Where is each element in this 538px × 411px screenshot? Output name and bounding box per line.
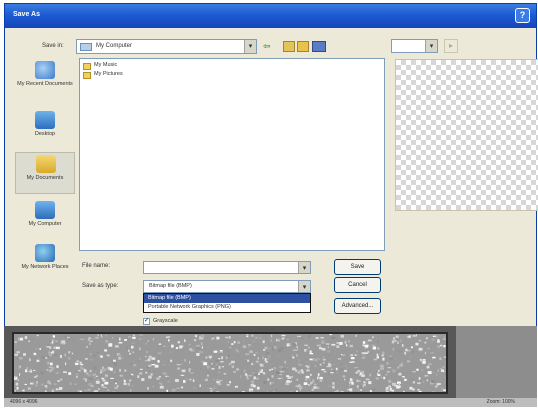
help-button[interactable]: ? (515, 8, 530, 23)
save-button[interactable]: Save (334, 259, 381, 275)
chevron-down-icon[interactable]: ▾ (425, 40, 437, 52)
place-my-computer[interactable]: My Computer (15, 199, 75, 241)
folder-icon (83, 63, 91, 70)
save-in-dropdown[interactable]: My Computer ▾ (76, 39, 257, 54)
file-name: My Pictures (94, 71, 123, 77)
image-canvas[interactable] (12, 332, 448, 394)
save-as-type-dropdown[interactable]: Bitmap file (BMP) ▾ (143, 280, 311, 293)
chevron-down-icon[interactable]: ▾ (298, 281, 310, 292)
views-menu-icon[interactable] (312, 41, 326, 52)
format-option[interactable]: Portable Network Graphics (PNG) (144, 303, 310, 312)
place-label: My Documents (26, 175, 64, 181)
file-name-label: File name: (82, 263, 111, 269)
format-option[interactable]: Bitmap file (BMP) (144, 294, 310, 303)
up-folder-icon[interactable] (283, 41, 295, 52)
save-in-value: My Computer (96, 43, 133, 49)
status-bar: 4096 x 4096 Zoom: 100% (4, 398, 537, 407)
chevron-down-icon[interactable]: ▾ (244, 40, 256, 53)
image-dimensions: 4096 x 4096 (10, 399, 38, 405)
place-label: My Recent Documents (17, 81, 73, 87)
dialog-title: Save As (13, 11, 40, 18)
computer-folder-icon (80, 43, 92, 51)
place-label: Desktop (34, 131, 56, 137)
folder-icon (83, 72, 91, 79)
my-computer-icon (35, 201, 55, 219)
preview-toggle-button[interactable]: ▸ (444, 39, 458, 53)
cancel-button[interactable]: Cancel (334, 277, 381, 293)
new-folder-icon[interactable] (297, 41, 309, 52)
file-list[interactable]: My Music My Pictures (79, 58, 385, 251)
place-recent-documents[interactable]: My Recent Documents (15, 59, 75, 101)
zoom-level: Zoom: 100% (486, 399, 515, 405)
desktop-icon (35, 111, 55, 129)
image-viewer-strip (4, 326, 537, 398)
dialog-titlebar[interactable]: Save As ? (5, 4, 536, 28)
side-panel (456, 326, 537, 398)
save-as-type-value: Bitmap file (BMP) (149, 283, 192, 289)
grayscale-checkbox[interactable]: ✓ (143, 318, 150, 325)
network-places-icon (35, 244, 55, 262)
save-as-type-options: Bitmap file (BMP) Portable Network Graph… (143, 293, 311, 313)
place-label: My Network Places (21, 264, 69, 270)
save-as-type-label: Save as type: (82, 283, 119, 289)
place-desktop[interactable]: Desktop (15, 109, 75, 151)
file-name: My Music (94, 62, 118, 68)
noise-texture (14, 334, 446, 392)
chevron-down-icon[interactable]: ▾ (298, 262, 310, 273)
place-my-documents[interactable]: My Documents (15, 152, 75, 194)
places-bar: My Recent Documents Desktop My Documents… (15, 59, 75, 274)
place-label: My Computer (28, 221, 62, 227)
recent-documents-icon (35, 61, 55, 79)
my-documents-icon (36, 155, 56, 173)
back-arrow-icon[interactable]: ⇦ (263, 41, 273, 52)
place-network-places[interactable]: My Network Places (15, 242, 75, 284)
advanced-button[interactable]: Advanced... (334, 298, 381, 314)
file-name-field[interactable]: ▾ (143, 261, 311, 274)
save-in-label: Save in: (42, 43, 64, 49)
preview-size-dropdown[interactable]: ▾ (391, 39, 438, 53)
image-preview-pane (395, 59, 538, 211)
grayscale-label: Grayscale (153, 318, 178, 324)
